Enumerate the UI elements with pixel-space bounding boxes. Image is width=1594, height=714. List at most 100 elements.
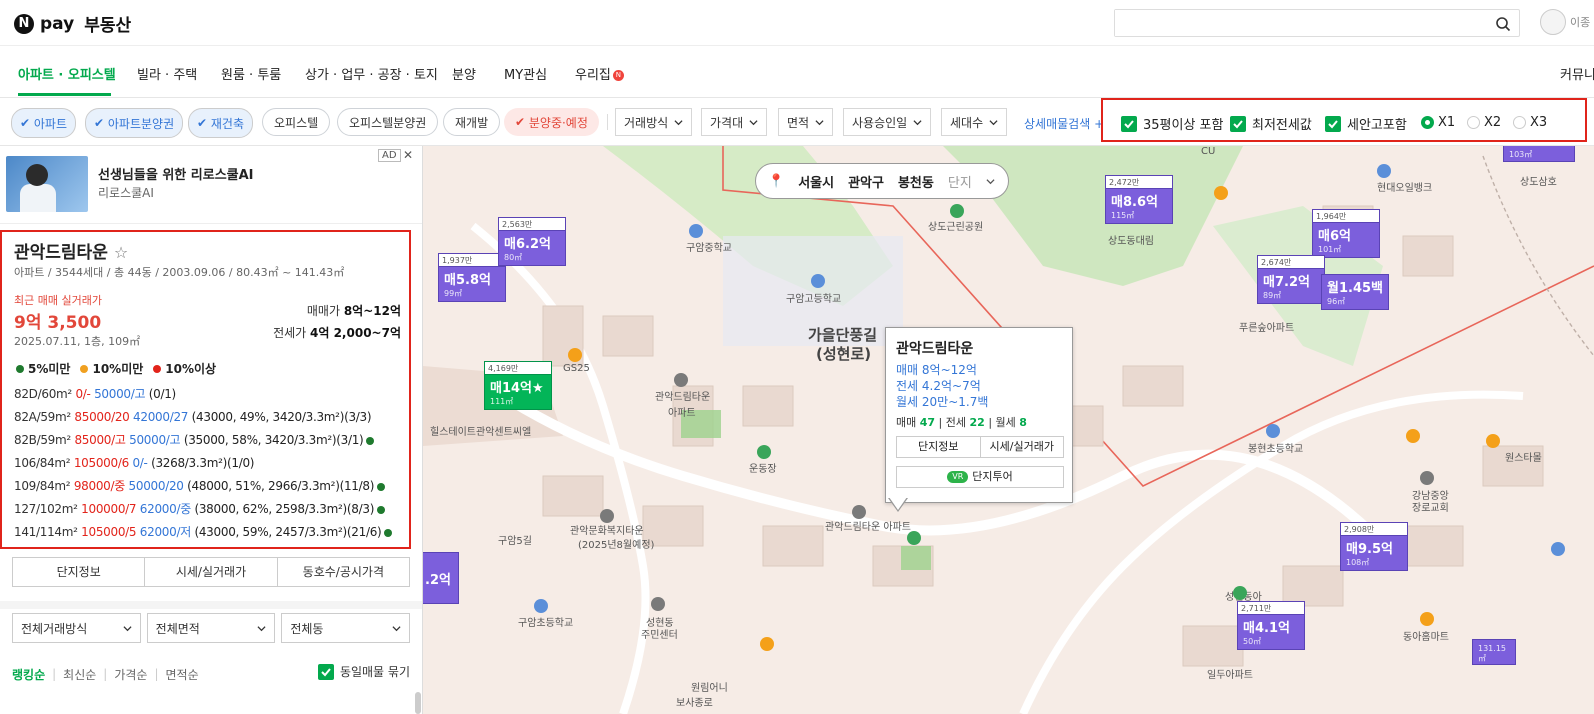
convenience-store-icon[interactable]	[568, 348, 582, 362]
chip-apartment[interactable]: ✔ 아파트	[11, 108, 76, 138]
tab-unit-official-price[interactable]: 동호수/공시가격	[278, 558, 409, 586]
dropdown-households[interactable]: 세대수	[941, 108, 1008, 136]
chip-officetel[interactable]: 오피스텔	[262, 108, 331, 136]
search-input[interactable]	[1115, 10, 1475, 36]
dropdown-price[interactable]: 가격대	[701, 108, 768, 136]
unit-row[interactable]: 82B/59m² 85000/고 50000/고 (35000, 58%, 34…	[14, 429, 410, 452]
map-marker[interactable]: 2,908만 매9.5억 108㎡	[1340, 522, 1408, 571]
unit-row[interactable]: 82D/60m² 0/- 50000/고 (0/1)	[14, 383, 410, 406]
unit-row[interactable]: 127/102m² 100000/7 62000/중 (38000, 62%, …	[14, 498, 410, 521]
radio-x1[interactable]: X1	[1421, 115, 1455, 130]
apartment-icon[interactable]	[1233, 586, 1247, 600]
map-marker[interactable]: 131.15㎡	[1472, 639, 1516, 665]
location-dong[interactable]: 봉천동	[898, 172, 934, 191]
sort-latest[interactable]: 최신순	[63, 666, 96, 683]
chip-redevelopment[interactable]: 재개발	[443, 108, 501, 136]
playground-icon[interactable]	[757, 445, 771, 459]
group-same-listings[interactable]: 동일매물 묶기	[317, 663, 410, 680]
school-icon[interactable]	[534, 599, 548, 613]
popup-price-history-button[interactable]: 시세/실거래가	[981, 437, 1064, 457]
map-label: 관악드림타운	[655, 392, 711, 403]
option-tenant-included[interactable]: 세안고포함	[1325, 114, 1407, 133]
map-marker[interactable]: 2,674만 매7.2억 89㎡	[1257, 255, 1325, 304]
select-area[interactable]: 전체면적	[146, 613, 276, 643]
map-marker[interactable]: 2,563만 매6.2억 80㎡	[498, 217, 566, 266]
location-city[interactable]: 서울시	[798, 172, 834, 191]
playground-icon[interactable]	[907, 531, 921, 545]
radio-x3[interactable]: X3	[1513, 115, 1547, 130]
building-icon[interactable]	[600, 509, 614, 523]
map-marker[interactable]: .2억	[423, 552, 459, 604]
dropdown-area[interactable]: 면적	[778, 108, 834, 136]
location-district[interactable]: 관악구	[848, 172, 884, 191]
popup-tour-button[interactable]: VR 단지투어	[896, 466, 1064, 488]
sort-ranking[interactable]: 랭킹순	[12, 666, 45, 683]
scrollbar[interactable]	[415, 692, 421, 714]
map-marker[interactable]: 103㎡	[1503, 146, 1575, 162]
logo[interactable]: N pay 부동산	[14, 11, 131, 36]
sort-price[interactable]: 가격순	[114, 666, 147, 683]
gas-station-icon[interactable]	[1377, 164, 1391, 178]
location-complex[interactable]: 단지	[948, 172, 972, 191]
government-icon[interactable]	[651, 597, 665, 611]
mart-icon[interactable]	[1420, 612, 1434, 626]
option-35py[interactable]: 35평이상 포함	[1121, 114, 1223, 133]
detail-search-link[interactable]: 상세매물검색 +	[1024, 115, 1104, 132]
convenience-store-icon[interactable]	[1406, 429, 1420, 443]
school-icon[interactable]	[689, 224, 703, 238]
shopping-icon[interactable]	[1486, 434, 1500, 448]
dropdown-approval-date[interactable]: 사용승인일	[843, 108, 932, 136]
complex-popup[interactable]: 관악드림타운 매매 8억~12억 전세 4.2억~7억 월세 20만~1.7백 …	[885, 327, 1073, 512]
map-marker[interactable]: 1,937만 매5.8억 99㎡	[438, 253, 506, 302]
close-icon[interactable]: ✕	[403, 148, 413, 162]
map-marker[interactable]: 1,964만 매6억 101㎡	[1312, 209, 1380, 258]
search-icon[interactable]	[1495, 16, 1511, 32]
detail-search-label: 상세매물검색	[1024, 117, 1091, 131]
nav-community[interactable]: 커뮤니	[1560, 64, 1594, 83]
popup-complex-info-button[interactable]: 단지정보	[897, 437, 981, 457]
profile[interactable]: 이종	[1540, 9, 1590, 35]
map[interactable]: 📍 서울시 관악구 봉천동 단지 1,937만 매5.8억 99㎡ 2,563만 매6…	[423, 146, 1594, 714]
chip-apartment-presale-right[interactable]: ✔ 아파트분양권	[85, 108, 184, 138]
apartment-icon[interactable]	[852, 505, 866, 519]
nav-villa-house[interactable]: 빌라 · 주택	[137, 64, 197, 83]
nav-presale[interactable]: 분양	[452, 64, 476, 83]
nav-my-interest[interactable]: MY관심	[504, 64, 547, 83]
map-marker[interactable]: 2,711만 매4.1억 50㎡	[1237, 601, 1305, 650]
nav-oneroom-tworoom[interactable]: 원룸 · 투룸	[221, 64, 281, 83]
sort-area[interactable]: 면적순	[166, 666, 199, 683]
unit-row[interactable]: 141/114m² 105000/5 62000/저 (43000, 59%, …	[14, 521, 410, 544]
unit-row[interactable]: 106/84m² 105000/6 0/- (3268/3.3m²)(1/0)	[14, 452, 410, 475]
select-deal-type[interactable]: 전체거래방식	[12, 613, 141, 643]
dropdown-deal-type[interactable]: 거래방식	[615, 108, 693, 136]
nav-commercial[interactable]: 상가 · 업무 · 공장 · 토지	[305, 64, 438, 83]
tab-price-history[interactable]: 시세/실거래가	[145, 558, 278, 586]
chip-reconstruction[interactable]: ✔ 재건축	[188, 108, 253, 138]
option-min-jeonse[interactable]: 최저전세값	[1230, 114, 1312, 133]
map-marker[interactable]: 월1.45백 96㎡	[1321, 274, 1389, 310]
convenience-store-icon[interactable]	[1214, 186, 1228, 200]
star-icon[interactable]: ☆	[114, 243, 128, 262]
avatar[interactable]	[1540, 9, 1566, 35]
marker-price-per-area: 2,711만	[1238, 602, 1304, 615]
tab-complex-info[interactable]: 단지정보	[13, 558, 146, 586]
unit-row[interactable]: 82A/59m² 85000/20 42000/27 (43000, 49%, …	[14, 406, 410, 429]
location-breadcrumb[interactable]: 📍 서울시 관악구 봉천동 단지	[755, 163, 1009, 199]
nav-my-home[interactable]: 우리집 N	[575, 64, 624, 83]
church-icon[interactable]	[1420, 471, 1434, 485]
nav-apartment-officetel[interactable]: 아파트 · 오피스텔	[18, 64, 116, 83]
chip-presale-scheduled[interactable]: ✔ 분양중·예정	[504, 108, 599, 136]
map-marker[interactable]: 2,472만 매8.6억 115㎡	[1105, 175, 1173, 224]
pin-icon[interactable]	[1551, 542, 1565, 556]
school-icon[interactable]	[811, 274, 825, 288]
map-marker-highlight[interactable]: 4,169만 매14억★ 111㎡	[484, 361, 552, 410]
ad-banner[interactable]: 선생님들을 위한 리로스쿨AI 리로스쿨AI AD ✕	[0, 146, 422, 224]
park-icon[interactable]	[950, 204, 964, 218]
school-icon[interactable]	[1266, 424, 1280, 438]
radio-x2[interactable]: X2	[1467, 115, 1501, 130]
apartment-icon[interactable]	[674, 373, 688, 387]
convenience-store-icon[interactable]	[760, 637, 774, 651]
chip-officetel-presale-right[interactable]: 오피스텔분양권	[337, 108, 439, 136]
unit-row[interactable]: 109/84m² 98000/중 50000/20 (48000, 51%, 2…	[14, 475, 410, 498]
select-building[interactable]: 전체동	[281, 613, 411, 643]
